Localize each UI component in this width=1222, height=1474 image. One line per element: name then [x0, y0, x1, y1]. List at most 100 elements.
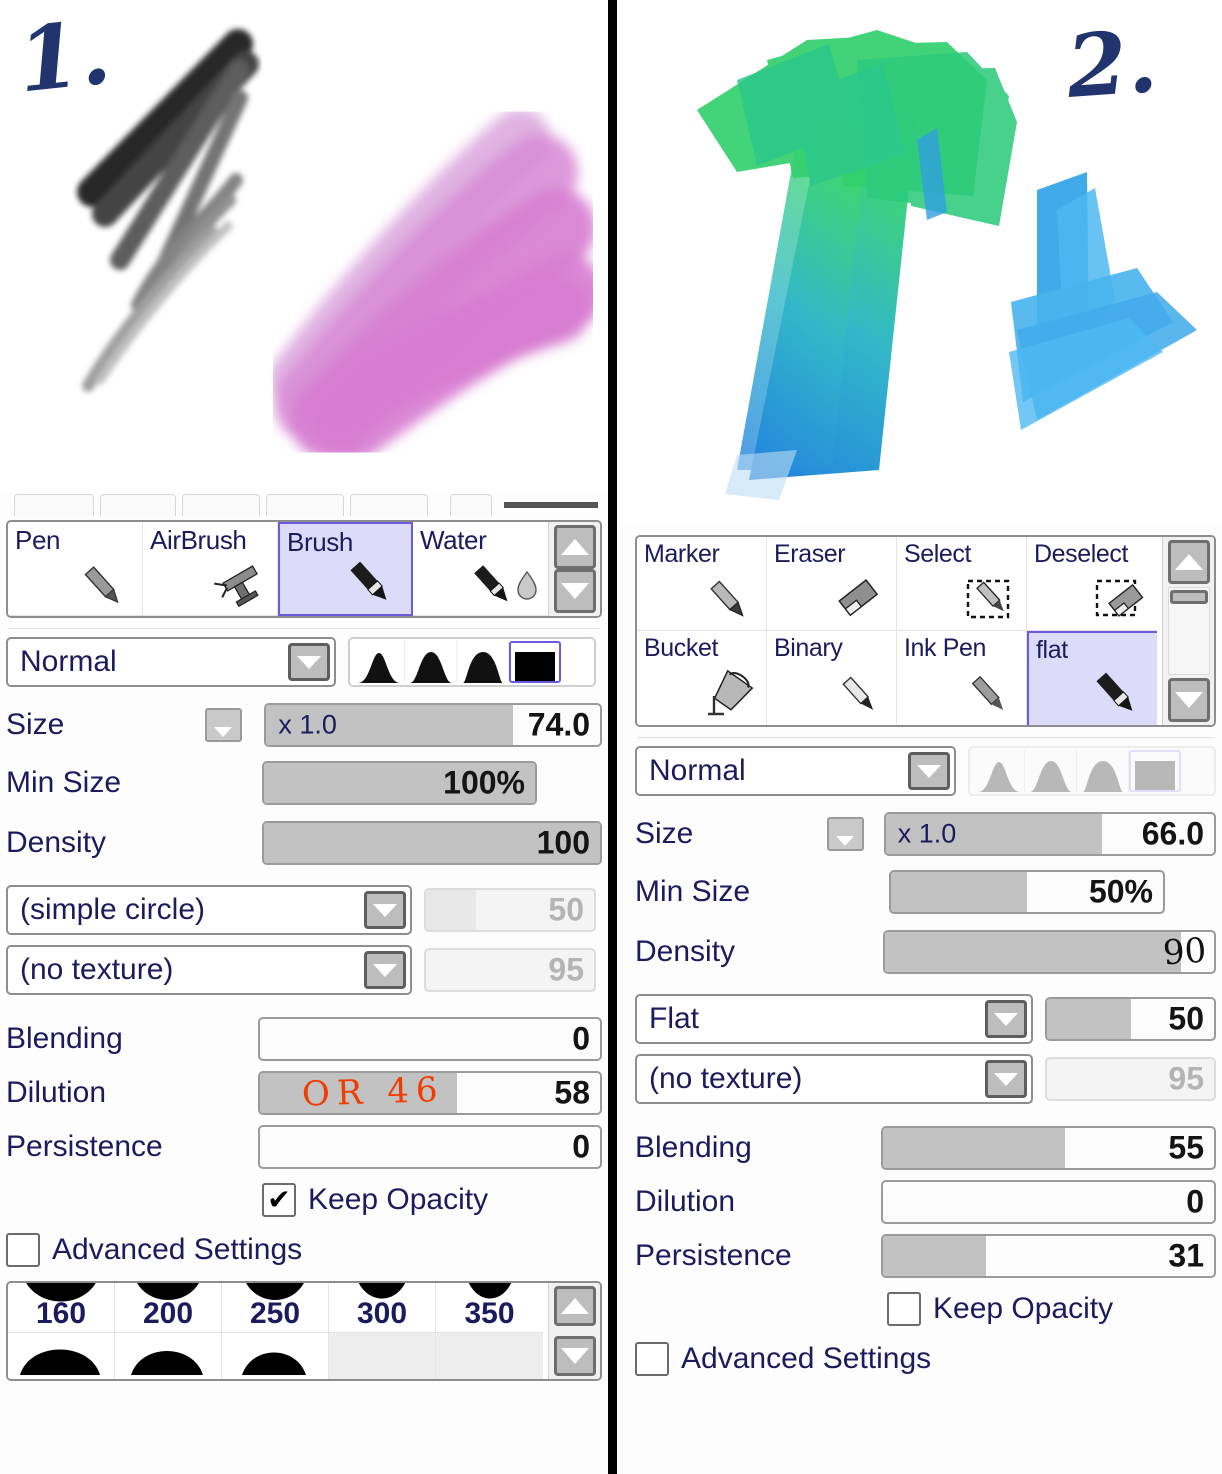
dilution-slider[interactable]: 0 [881, 1180, 1216, 1224]
texture-slider[interactable]: 95 [1045, 1057, 1216, 1101]
size-preset[interactable]: 200 [115, 1283, 222, 1333]
tool-marker[interactable]: Marker [637, 537, 767, 631]
min-size-slider[interactable]: 50% [889, 870, 1165, 914]
panel-left: 1. Pen AirBrush Brush Water Normal Size … [0, 0, 608, 1474]
eraser-icon [832, 573, 890, 628]
dilution-slider[interactable]: OR 46 58 [258, 1071, 602, 1115]
size-preset-row2[interactable] [115, 1333, 222, 1379]
texture-amount: 95 [1168, 1060, 1204, 1097]
brush-shape-slider[interactable]: 50 [424, 888, 596, 932]
blend-mode-value: Normal [649, 754, 746, 787]
min-size-slider[interactable]: 100% [262, 761, 537, 805]
tool-bucket[interactable]: Bucket [637, 631, 767, 725]
preset-scroll-down-button[interactable] [553, 1336, 596, 1376]
size-menu-button[interactable] [204, 708, 243, 742]
advanced-settings-row[interactable]: Advanced Settings [635, 1342, 1216, 1376]
blend-mode-select[interactable]: Normal [6, 637, 336, 687]
tool-deselect[interactable]: Deselect [1027, 537, 1157, 631]
size-preset-row2[interactable] [222, 1333, 329, 1379]
marker-icon [704, 571, 760, 628]
size-preset[interactable]: 160 [8, 1283, 115, 1333]
tool-palette-right[interactable]: Marker Eraser Select Deselect Bucket Bin… [635, 535, 1216, 727]
texture-slider[interactable]: 95 [424, 948, 596, 992]
chevron-down-icon[interactable] [985, 1000, 1028, 1038]
chevron-down-icon[interactable] [908, 752, 951, 790]
size-menu-button[interactable] [826, 817, 864, 851]
tool-eraser[interactable]: Eraser [767, 537, 897, 631]
texture-select[interactable]: (no texture) [635, 1054, 1034, 1104]
edge-shape-hard[interactable] [1077, 750, 1130, 792]
tool-airbrush[interactable]: AirBrush [143, 522, 278, 616]
keep-opacity-row[interactable]: ✔ Keep Opacity [6, 1183, 602, 1217]
advanced-settings-checkbox[interactable] [6, 1233, 40, 1267]
edge-shape-flat[interactable] [509, 641, 561, 683]
tool-binary[interactable]: Binary [767, 631, 897, 725]
blending-label: Blending [6, 1022, 123, 1055]
tool-flat[interactable]: flat [1027, 631, 1157, 725]
chevron-down-icon[interactable] [288, 643, 330, 681]
brush-edge-shapes[interactable] [968, 746, 1216, 796]
tool-scrollbar[interactable] [548, 522, 600, 616]
brush-shape-value: Flat [649, 1002, 700, 1035]
preset-scrollbar[interactable] [548, 1283, 600, 1379]
chevron-down-icon[interactable] [985, 1060, 1028, 1098]
scroll-down-button[interactable] [553, 569, 596, 613]
size-preset[interactable]: 300 [329, 1283, 436, 1333]
brush-shape-select[interactable]: (simple circle) [6, 885, 412, 935]
tool-brush[interactable]: Brush [278, 522, 413, 616]
preset-scroll-up-button[interactable] [553, 1286, 596, 1326]
texture-select[interactable]: (no texture) [6, 945, 412, 995]
density-slider[interactable]: 100 [262, 821, 602, 865]
tool-palette-left[interactable]: Pen AirBrush Brush Water [6, 520, 602, 618]
density-label: Density [635, 935, 736, 968]
tool-select[interactable]: Select [897, 537, 1027, 631]
size-preset-row2[interactable] [8, 1333, 115, 1379]
blend-mode-select[interactable]: Normal [635, 746, 957, 796]
brush-edge-shapes[interactable] [348, 637, 596, 687]
persistence-value: 0 [572, 1128, 590, 1165]
size-preset[interactable]: 350 [436, 1283, 543, 1333]
keep-opacity-row[interactable]: Keep Opacity [635, 1292, 1216, 1326]
keep-opacity-checkbox[interactable]: ✔ [262, 1183, 296, 1217]
density-slider[interactable]: 90 [883, 930, 1216, 974]
edge-shape-soft[interactable] [973, 750, 1026, 792]
edge-shape-hard[interactable] [457, 641, 509, 683]
flat-brush-icon [1089, 664, 1151, 723]
edge-shape-soft[interactable] [353, 641, 405, 683]
texture-amount: 95 [548, 951, 584, 988]
scroll-track[interactable] [1167, 587, 1210, 675]
size-slider[interactable]: x 1.0 66.0 [883, 812, 1216, 856]
edge-shape-medium[interactable] [405, 641, 457, 683]
blending-slider[interactable]: 55 [881, 1126, 1216, 1170]
tool-label: Bucket [644, 634, 719, 662]
chevron-down-icon[interactable] [364, 891, 406, 929]
edge-shape-flat[interactable] [1129, 750, 1182, 792]
canvas-right: 2. [617, 0, 1222, 525]
tool-scrollbar[interactable] [1162, 537, 1214, 725]
tool-water[interactable]: Water [413, 522, 548, 616]
chevron-down-icon[interactable] [364, 951, 406, 989]
brush-settings-left: Pen AirBrush Brush Water Normal Size x 1… [0, 492, 608, 1474]
advanced-settings-checkbox[interactable] [635, 1342, 669, 1376]
edge-shape-medium[interactable] [1025, 750, 1078, 792]
size-slider[interactable]: x 1.0 74.0 [264, 703, 602, 747]
dilution-label: Dilution [6, 1076, 107, 1109]
scroll-up-button[interactable] [1167, 540, 1210, 584]
tool-pen[interactable]: Pen [8, 522, 143, 616]
brush-shape-select[interactable]: Flat [635, 994, 1034, 1044]
scroll-up-button[interactable] [553, 525, 596, 569]
size-preset-value: 350 [464, 1297, 515, 1330]
persistence-slider[interactable]: 0 [258, 1125, 602, 1169]
size-preset[interactable]: 250 [222, 1283, 329, 1333]
scroll-down-button[interactable] [1167, 678, 1210, 722]
advanced-settings-row[interactable]: Advanced Settings [6, 1233, 602, 1267]
texture-row: (no texture) 95 [635, 1054, 1216, 1104]
persistence-slider[interactable]: 31 [881, 1234, 1216, 1278]
tool-label: Pen [15, 525, 61, 555]
size-preset-strip[interactable]: 160 200 250 300 350 [6, 1281, 602, 1381]
texture-value: (no texture) [20, 953, 174, 986]
tool-ink-pen[interactable]: Ink Pen [897, 631, 1027, 725]
blending-slider[interactable]: 0 [258, 1017, 602, 1061]
keep-opacity-checkbox[interactable] [887, 1292, 921, 1326]
brush-shape-slider[interactable]: 50 [1045, 997, 1216, 1041]
